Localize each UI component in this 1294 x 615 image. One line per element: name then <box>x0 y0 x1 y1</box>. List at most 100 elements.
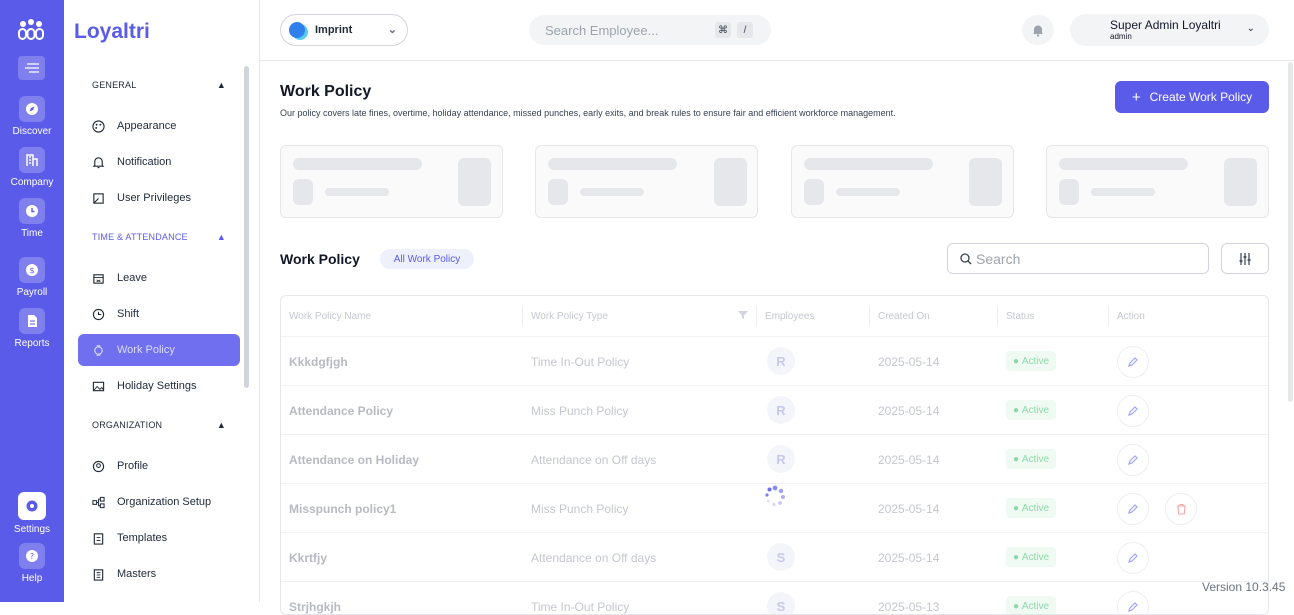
sidebar-item-work-policy[interactable]: Work Policy <box>78 334 240 366</box>
rail-label: Help <box>21 573 43 584</box>
sidebar-item-appearance[interactable]: Appearance <box>78 110 240 142</box>
company-logo-icon <box>289 22 305 38</box>
status-badge: ● Active <box>1006 596 1057 614</box>
collapse-menu-button[interactable] <box>18 56 45 80</box>
shift-clock-icon <box>92 308 105 320</box>
settings-sidebar: Loyaltri GENERAL ▲ Appearance Notificati… <box>64 0 260 602</box>
section-general-header[interactable]: GENERAL ▲ <box>92 80 226 90</box>
employee-avatar: R <box>767 347 795 375</box>
column-header-action: Action <box>1117 310 1145 322</box>
status-badge: ● Active <box>1006 547 1057 567</box>
policy-type: Miss Punch Policy <box>531 501 629 516</box>
user-role: admin <box>1110 32 1132 41</box>
rail-item-company[interactable]: Company <box>0 147 64 188</box>
table-row[interactable]: Kkkdgfjgh Time In-Out Policy R 2025-05-1… <box>281 336 1268 385</box>
sidebar-item-label: Notification <box>117 156 172 168</box>
trash-icon <box>1176 503 1186 515</box>
created-date: 2025-05-14 <box>878 550 940 565</box>
app-logo-icon[interactable] <box>18 18 44 42</box>
column-header-employees[interactable]: Employees <box>757 296 814 336</box>
sidebar-item-notification[interactable]: Notification <box>78 146 240 178</box>
sidebar-item-templates[interactable]: Templates <box>78 522 240 554</box>
watch-icon <box>94 344 103 356</box>
rail-item-settings[interactable]: Settings <box>0 492 64 535</box>
rail-item-help[interactable]: ? Help <box>0 543 64 584</box>
rail-label: Reports <box>14 338 50 349</box>
sidebar-item-masters[interactable]: Masters <box>78 558 240 590</box>
page-scrollbar[interactable] <box>1288 62 1293 402</box>
page-description: Our policy covers late fines, overtime, … <box>280 108 896 118</box>
sidebar-item-label: Profile <box>117 460 149 472</box>
column-header-type[interactable]: Work Policy Type <box>523 296 608 336</box>
policy-name: Strjhgkjh <box>289 599 342 614</box>
table-section-title: Work Policy <box>280 251 360 267</box>
page-title: Work Policy <box>280 83 372 100</box>
table-row[interactable]: Attendance Policy Miss Punch Policy R 20… <box>281 385 1268 434</box>
table-row[interactable]: Attendance on Holiday Attendance on Off … <box>281 434 1268 483</box>
policy-name: Kkkdgfjgh <box>289 354 348 369</box>
status-badge: ● Active <box>1006 351 1057 371</box>
summary-card-skeleton <box>280 145 503 218</box>
button-label: Create Work Policy <box>1149 90 1253 104</box>
svg-text:$: $ <box>29 266 34 275</box>
column-header-name[interactable]: Work Policy Name <box>281 296 371 336</box>
kbd-slash-key: / <box>737 22 753 38</box>
column-settings-button[interactable] <box>1221 243 1269 274</box>
section-time-attendance-header[interactable]: TIME & ATTENDANCE ▲ <box>92 232 226 242</box>
rail-item-payroll[interactable]: $ Payroll <box>0 257 64 298</box>
summary-card-skeleton <box>791 145 1014 218</box>
edit-button[interactable] <box>1117 346 1149 378</box>
table-search-input[interactable]: Search <box>947 243 1209 274</box>
rail-label: Time <box>21 228 43 239</box>
policy-name: Attendance on Holiday <box>289 452 420 467</box>
pencil-icon <box>1128 357 1138 367</box>
notifications-button[interactable] <box>1022 15 1054 45</box>
policy-type: Miss Punch Policy <box>531 403 629 418</box>
user-circle-icon <box>92 460 105 472</box>
filter-icon[interactable] <box>738 310 748 320</box>
sidebar-scrollbar[interactable] <box>244 66 249 388</box>
pencil-icon <box>1128 602 1138 612</box>
loading-spinner-icon <box>765 485 785 507</box>
create-work-policy-button[interactable]: + Create Work Policy <box>1115 81 1269 113</box>
sidebar-item-leave[interactable]: Leave <box>78 262 240 294</box>
table-row[interactable]: Kkrtfjy Attendance on Off days S 2025-05… <box>281 532 1268 581</box>
edit-button[interactable] <box>1117 395 1149 427</box>
user-menu[interactable]: Super Admin Loyaltri admin ⌄ <box>1070 14 1269 46</box>
work-policy-table: Work Policy Name Work Policy Type Employ… <box>280 295 1269 615</box>
calendar-icon <box>93 273 104 284</box>
chevron-down-icon: ⌄ <box>387 24 397 36</box>
clock-icon <box>26 205 38 217</box>
sidebar-item-label: Holiday Settings <box>117 380 197 392</box>
sidebar-item-profile[interactable]: Profile <box>78 450 240 482</box>
sidebar-item-label: Organization Setup <box>117 496 212 508</box>
sidebar-item-user-privileges[interactable]: User Privileges <box>78 182 240 214</box>
edit-button[interactable] <box>1117 444 1149 476</box>
policy-type: Time In-Out Policy <box>531 354 630 369</box>
sidebar-item-organization-setup[interactable]: Organization Setup <box>78 486 240 518</box>
bell-icon <box>92 156 105 168</box>
sliders-icon <box>1239 252 1251 265</box>
employee-search-input[interactable]: Search Employee... ⌘ / <box>529 15 771 45</box>
delete-button[interactable] <box>1165 493 1197 525</box>
edit-button[interactable] <box>1117 542 1149 574</box>
table-row[interactable]: Strjhgkjh Time In-Out Policy S 2025-05-1… <box>281 581 1268 614</box>
rail-label: Settings <box>13 524 51 535</box>
column-header-created-on[interactable]: Created On <box>870 296 930 336</box>
company-selector[interactable]: Imprint ⌄ <box>280 14 408 46</box>
search-placeholder: Search <box>976 250 1021 267</box>
section-organization-header[interactable]: ORGANIZATION ▲ <box>92 420 226 430</box>
sidebar-item-shift[interactable]: Shift <box>78 298 240 330</box>
pencil-icon <box>1128 455 1138 465</box>
column-header-status[interactable]: Status <box>998 296 1034 336</box>
rail-item-reports[interactable]: Reports <box>0 308 64 349</box>
rail-label: Discover <box>12 126 52 137</box>
icon-rail: Discover Company Time $ Payroll Reports … <box>0 0 64 602</box>
edit-button[interactable] <box>1117 591 1149 614</box>
edit-button[interactable] <box>1117 493 1149 525</box>
all-work-policy-chip[interactable]: All Work Policy <box>380 249 474 269</box>
rail-item-discover[interactable]: Discover <box>0 96 64 137</box>
rail-item-time[interactable]: Time <box>0 198 64 239</box>
sidebar-item-holiday-settings[interactable]: Holiday Settings <box>78 370 240 402</box>
employee-avatar: S <box>767 543 795 571</box>
